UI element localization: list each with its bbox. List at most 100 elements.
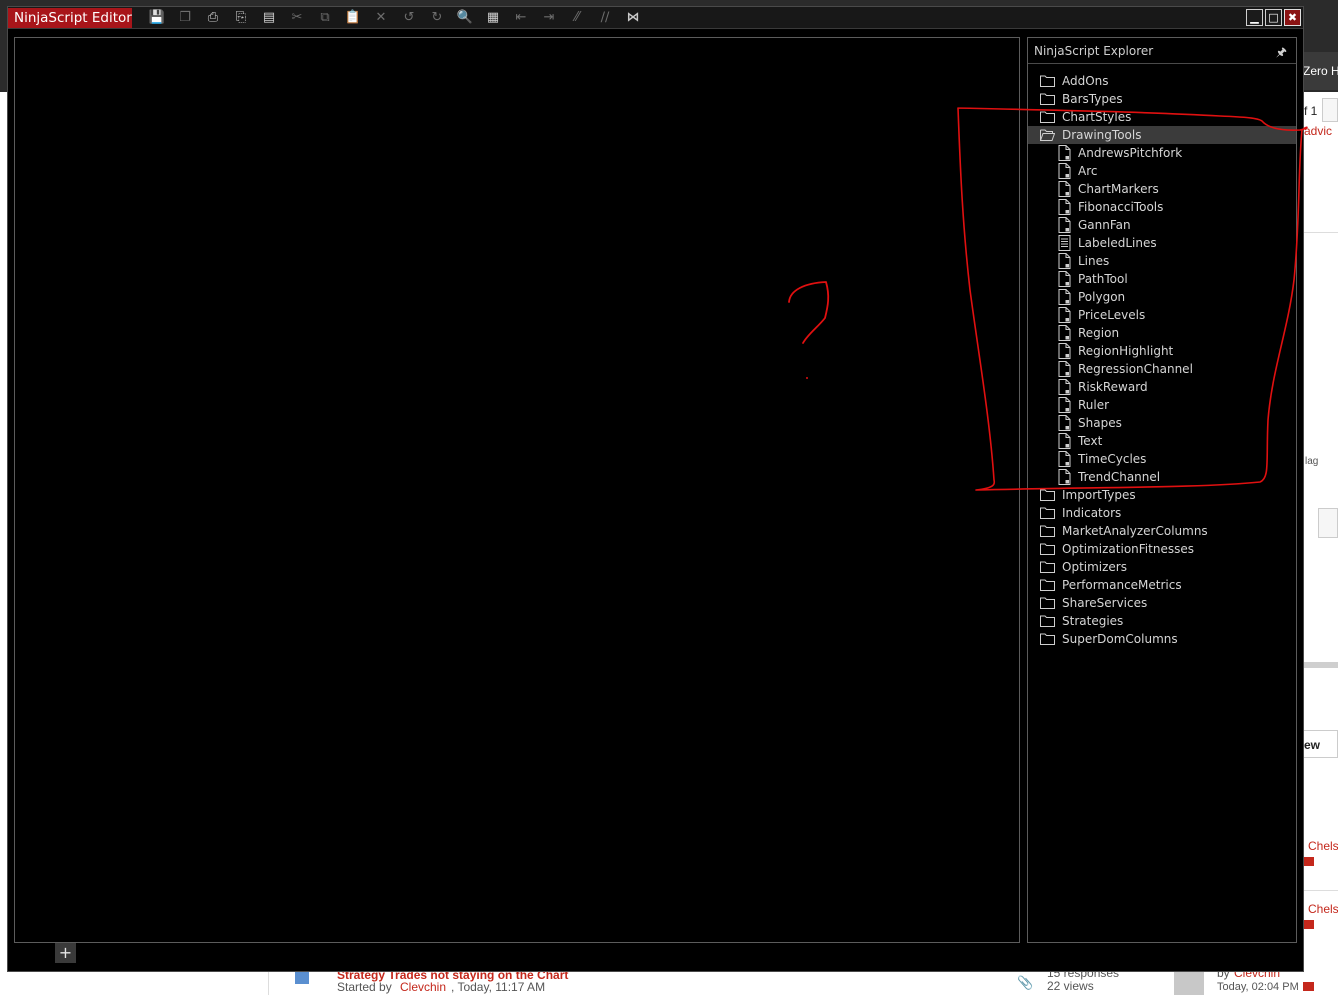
goto-post-icon[interactable] — [1303, 920, 1314, 929]
tree-file-item[interactable]: Shapes — [1028, 414, 1296, 432]
tree-item-label: ChartMarkers — [1078, 182, 1159, 196]
tree-folder-item[interactable]: ImportTypes — [1028, 486, 1296, 504]
print-icon[interactable]: ⎙ — [204, 9, 222, 27]
tree-file-item[interactable]: TimeCycles — [1028, 450, 1296, 468]
tree-file-item[interactable]: PriceLevels — [1028, 306, 1296, 324]
forum-thread-row: Strategy Trades not staying on the Chart… — [268, 966, 1338, 995]
tree-file-item[interactable]: LabeledLines — [1028, 234, 1296, 252]
tree-file-item[interactable]: GannFan — [1028, 216, 1296, 234]
avatar[interactable] — [1174, 970, 1204, 995]
tree-item-label: RegionHighlight — [1078, 344, 1174, 358]
divider — [1304, 662, 1338, 668]
goto-post-icon[interactable] — [1303, 857, 1314, 866]
print-preview-icon[interactable]: ⎘ — [232, 9, 250, 27]
tree-folder-item[interactable]: BarsTypes — [1028, 90, 1296, 108]
tree-file-item[interactable]: Ruler — [1028, 396, 1296, 414]
tree-file-item[interactable]: ChartMarkers — [1028, 180, 1296, 198]
explorer-tree: AddOns BarsTypes ChartStyles DrawingTools An… — [1028, 72, 1296, 648]
explorer-header: NinjaScript Explorer 🖈 — [1028, 38, 1296, 64]
forum-link-fragment[interactable]: advic — [1304, 124, 1332, 138]
tree-file-item[interactable]: FibonacciTools — [1028, 198, 1296, 216]
uncomment-icon[interactable]: ∕∕ — [596, 9, 614, 27]
tree-folder-item[interactable]: DrawingTools — [1028, 126, 1296, 144]
tree-item-label: DrawingTools — [1062, 128, 1142, 142]
user-link[interactable]: Chels — [1308, 902, 1338, 916]
reply-button[interactable] — [1318, 508, 1338, 538]
title-bar[interactable]: NinjaScript Editor 💾 ❐ ⎙ ⎘ ▤ ✂ ⧉ 📋 ✕ ↺ ↻… — [8, 7, 1303, 29]
redo-icon[interactable]: ↻ — [428, 9, 446, 27]
comment-icon[interactable]: ⁄⁄ — [568, 9, 586, 27]
tree-item-label: PriceLevels — [1078, 308, 1146, 322]
tree-file-item[interactable]: RiskReward — [1028, 378, 1296, 396]
tree-item-label: PerformanceMetrics — [1062, 578, 1182, 592]
document-lines-icon — [1058, 235, 1071, 251]
close-button[interactable]: ✖ — [1284, 9, 1301, 26]
thread-author[interactable]: Clevchin — [400, 980, 446, 994]
divider — [1304, 890, 1338, 891]
tree-item-label: AddOns — [1062, 74, 1109, 88]
script-file-icon — [1058, 397, 1071, 413]
tree-folder-item[interactable]: Indicators — [1028, 504, 1296, 522]
cut-icon[interactable]: ✂ — [288, 9, 306, 27]
find-icon[interactable]: 🔍 — [456, 9, 474, 27]
maximize-button[interactable]: □ — [1265, 9, 1282, 26]
tree-folder-item[interactable]: OptimizationFitnesses — [1028, 540, 1296, 558]
script-file-icon — [1058, 307, 1071, 323]
tree-folder-item[interactable]: PerformanceMetrics — [1028, 576, 1296, 594]
paste-icon[interactable]: 📋 — [344, 9, 362, 27]
copy-icon[interactable]: ⧉ — [316, 9, 334, 27]
script-file-icon — [1058, 433, 1071, 449]
tree-item-label: TrendChannel — [1078, 470, 1161, 484]
tree-file-item[interactable]: Text — [1028, 432, 1296, 450]
script-file-icon — [1058, 379, 1071, 395]
tree-folder-item[interactable]: ShareServices — [1028, 594, 1296, 612]
window-title: NinjaScript Editor — [8, 8, 132, 28]
tree-folder-item[interactable]: SuperDomColumns — [1028, 630, 1296, 648]
folder-icon — [1040, 506, 1055, 519]
visual-studio-icon[interactable]: ⋈ — [624, 9, 642, 27]
window-controls: ▁ □ ✖ — [1246, 9, 1301, 26]
save-icon[interactable]: 💾 — [148, 9, 166, 27]
outdent-icon[interactable]: ⇤ — [512, 9, 530, 27]
user-link[interactable]: Chels — [1308, 839, 1338, 853]
tree-folder-item[interactable]: ChartStyles — [1028, 108, 1296, 126]
tree-item-label: Region — [1078, 326, 1120, 340]
folder-icon — [1040, 596, 1055, 609]
tree-item-label: Ruler — [1078, 398, 1110, 412]
delete-icon[interactable]: ✕ — [372, 9, 390, 27]
indent-icon[interactable]: ⇥ — [540, 9, 558, 27]
tree-file-item[interactable]: RegressionChannel — [1028, 360, 1296, 378]
pager-text: f 1 — [1304, 104, 1318, 118]
minimize-button[interactable]: ▁ — [1246, 9, 1263, 26]
undo-icon[interactable]: ↺ — [400, 9, 418, 27]
pin-icon[interactable]: 🖈 — [1276, 43, 1287, 64]
tree-folder-item[interactable]: MarketAnalyzerColumns — [1028, 522, 1296, 540]
compile-icon[interactable]: ▦ — [484, 9, 502, 27]
tree-file-item[interactable]: PathTool — [1028, 270, 1296, 288]
tree-file-item[interactable]: AndrewsPitchfork — [1028, 144, 1296, 162]
tree-item-label: SuperDomColumns — [1062, 632, 1178, 646]
flag-link[interactable]: lag — [1305, 456, 1318, 467]
tree-item-label: RiskReward — [1078, 380, 1148, 394]
tree-item-label: LabeledLines — [1078, 236, 1157, 250]
tree-file-item[interactable]: TrendChannel — [1028, 468, 1296, 486]
save-all-icon[interactable]: ❐ — [176, 9, 194, 27]
folder-icon — [1040, 110, 1055, 123]
tree-file-item[interactable]: Region — [1028, 324, 1296, 342]
code-editor-area[interactable] — [14, 37, 1020, 943]
thread-time: , Today, 11:17 AM — [451, 980, 546, 994]
tree-folder-item[interactable]: Optimizers — [1028, 558, 1296, 576]
thread-views: 22 views — [1047, 979, 1094, 993]
tree-file-item[interactable]: Arc — [1028, 162, 1296, 180]
tree-item-label: Arc — [1078, 164, 1098, 178]
goto-last-post-icon[interactable] — [1303, 982, 1314, 991]
tree-folder-item[interactable]: AddOns — [1028, 72, 1296, 90]
tree-file-item[interactable]: RegionHighlight — [1028, 342, 1296, 360]
page-setup-icon[interactable]: ▤ — [260, 9, 278, 27]
add-tab-button[interactable]: + — [55, 943, 76, 963]
tree-file-item[interactable]: Polygon — [1028, 288, 1296, 306]
tree-folder-item[interactable]: Strategies — [1028, 612, 1296, 630]
pager-prev-button[interactable] — [1322, 98, 1338, 122]
script-file-icon — [1058, 181, 1071, 197]
tree-file-item[interactable]: Lines — [1028, 252, 1296, 270]
